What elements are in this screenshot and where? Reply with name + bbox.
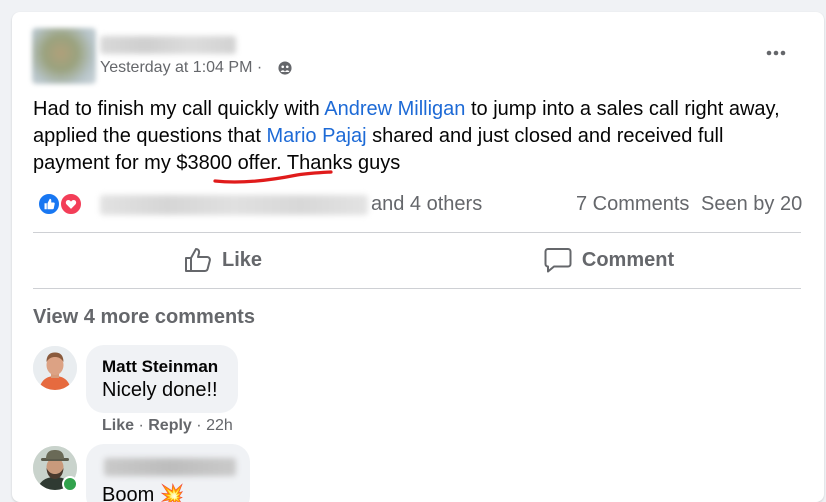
friends-icon [278,61,292,75]
post-text-1: Had to finish my call quickly with [33,98,325,120]
like-reaction-icon [37,192,61,216]
comment-button[interactable]: Comment [417,238,801,282]
separator: · [138,417,144,434]
love-reaction-icon [59,192,83,216]
online-status-indicator [62,476,78,492]
divider [33,288,801,289]
divider [33,232,801,233]
reactors-names-redacted[interactable] [100,195,368,215]
view-more-comments-link[interactable]: View 4 more comments [33,306,255,329]
timestamp-text[interactable]: Yesterday at 1:04 PM · [100,59,262,76]
post-timestamp[interactable]: Yesterday at 1:04 PM · [100,59,262,77]
thumbs-up-icon [184,248,211,272]
reactions-summary[interactable] [33,192,93,216]
post-body: Had to finish my call quickly with Andre… [33,96,793,177]
like-label[interactable]: Like [222,249,262,272]
comment-bubble: Matt Steinman Nicely done!! [86,345,238,413]
comment-like-link[interactable]: Like [102,417,134,434]
poster-name-redacted[interactable] [100,36,236,54]
red-underline-annotation [213,170,333,184]
mention-andrew-milligan[interactable]: Andrew Milligan [324,98,465,120]
poster-avatar[interactable] [32,28,96,84]
comment-reply-link[interactable]: Reply [148,417,192,434]
comments-count[interactable]: 7 Comments [576,193,689,216]
comment-meta: Like · Reply · 22h [102,417,233,435]
post-card: Yesterday at 1:04 PM · Had to finish my … [12,12,824,502]
comment-text: Nicely done!! [102,379,218,401]
comment-time[interactable]: 22h [206,417,233,434]
comment-author[interactable]: Matt Steinman [102,357,218,377]
like-button[interactable]: Like [33,238,413,282]
comment-text: Boom 💥 [102,484,185,502]
comment-bubble: Boom 💥 [86,444,250,502]
commenter-avatar[interactable] [33,346,77,390]
seen-by-count[interactable]: Seen by 20 [701,193,802,216]
comment-bubble-icon [544,248,572,273]
separator: · [196,417,202,434]
comment-author-redacted[interactable] [104,458,236,476]
mention-mario-pajaj[interactable]: Mario Pajaj [267,125,367,147]
more-options-icon[interactable] [762,42,790,64]
comment-label[interactable]: Comment [582,249,674,272]
reactors-others[interactable]: and 4 others [371,193,482,216]
